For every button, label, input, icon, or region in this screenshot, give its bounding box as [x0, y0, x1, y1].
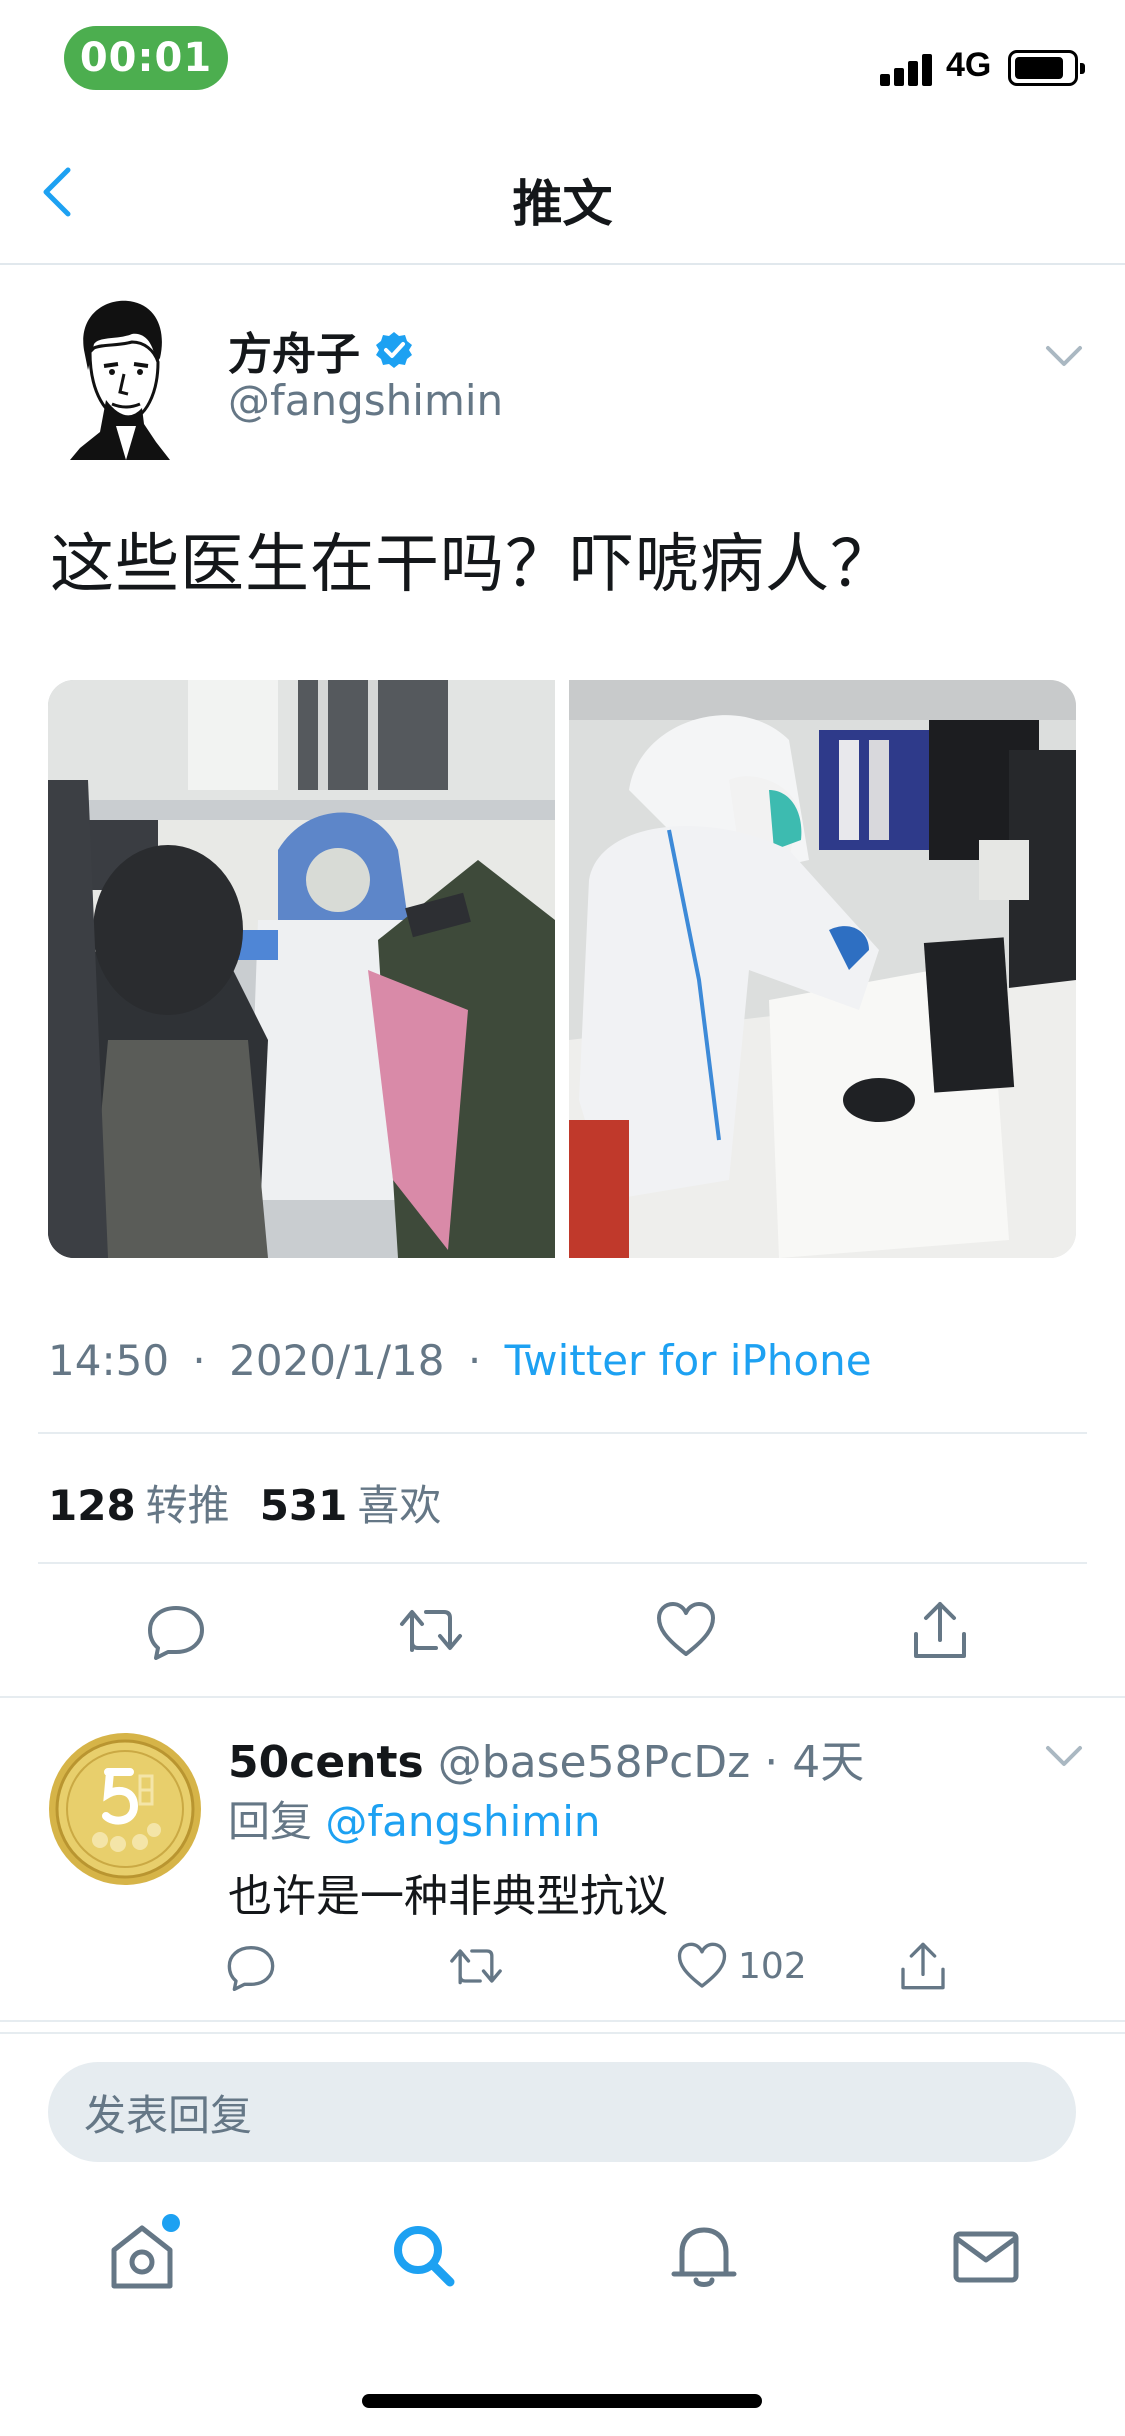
reply-header: 50cents @base58PcDz · 4天: [228, 1726, 864, 1790]
divider: [0, 1696, 1125, 1698]
search-icon: [394, 2226, 455, 2287]
like-label: 喜欢: [357, 1481, 442, 1530]
meta-separator: ·: [467, 1336, 482, 1385]
reply-text: 也许是一种非典型抗议: [228, 1871, 668, 1922]
retweet-icon: [450, 1949, 502, 1985]
tweet-photo-2[interactable]: [569, 680, 1076, 1258]
reply-like-button[interactable]: 102: [676, 1926, 807, 2006]
tweet-date: 2020/1/18: [229, 1336, 445, 1385]
divider: [38, 1432, 1087, 1434]
tab-notifications[interactable]: [664, 2216, 744, 2296]
reply-actions: 102: [0, 1926, 1125, 2006]
reply-input[interactable]: 发表回复: [48, 2062, 1076, 2162]
retweet-button[interactable]: [398, 1590, 464, 1670]
meta-separator: ·: [192, 1336, 206, 1385]
divider: [38, 1562, 1087, 1564]
page-title: 推文: [512, 175, 613, 233]
reply-share-button[interactable]: [898, 1926, 948, 2006]
like-button[interactable]: [655, 1590, 717, 1670]
nav-bar: 推文: [0, 120, 1125, 265]
tweet-meta: 14:50 · 2020/1/18 · Twitter for iPhone: [48, 1336, 872, 1385]
author-row: 方舟子: [228, 318, 414, 382]
retweets-stat[interactable]: 128 转推: [48, 1472, 230, 1533]
reply-retweet-button[interactable]: [448, 1926, 504, 2006]
tweet-menu-button[interactable]: [1040, 336, 1088, 376]
bell-icon: [671, 2227, 737, 2287]
reply-avatar[interactable]: [48, 1732, 202, 1886]
reply-prefix: 回复: [228, 1797, 313, 1846]
mail-icon: [953, 2231, 1019, 2283]
likes-stat[interactable]: 531 喜欢: [260, 1472, 442, 1533]
reply-icon: [227, 1946, 275, 1991]
status-time: 00:01: [64, 26, 228, 90]
tab-messages[interactable]: [946, 2216, 1026, 2296]
share-button[interactable]: [910, 1590, 970, 1670]
signal-icon: [880, 52, 934, 86]
reply-author-handle[interactable]: @base58PcDz: [438, 1737, 751, 1788]
avatar[interactable]: [60, 292, 180, 460]
tab-home[interactable]: [102, 2214, 182, 2296]
verified-badge-icon: [376, 332, 412, 368]
tweet-stats: 128 转推 531 喜欢: [48, 1472, 441, 1533]
tweet-media: [48, 680, 1076, 1258]
tweet-photo-1[interactable]: [48, 680, 555, 1258]
tab-search[interactable]: [384, 2216, 464, 2296]
reply-reply-button[interactable]: [226, 1926, 276, 2006]
compose-bar: 发表回复: [0, 2032, 1125, 2180]
author-name[interactable]: 方舟子: [228, 318, 360, 382]
notification-dot: [162, 2214, 180, 2232]
retweet-count: 128: [48, 1481, 136, 1530]
reply-author-name[interactable]: 50cents: [228, 1737, 424, 1788]
home-indicator: [362, 2394, 762, 2408]
tab-bar: [0, 2180, 1125, 2340]
retweet-icon: [400, 1610, 462, 1652]
status-bar: 00:01 4G: [0, 0, 1125, 120]
reply-button[interactable]: [146, 1590, 206, 1670]
chevron-down-icon: [1046, 346, 1082, 366]
share-icon: [914, 1602, 966, 1658]
reply-like-count: 102: [738, 1945, 807, 1987]
reply-input-placeholder: 发表回复: [84, 2090, 253, 2140]
heart-icon: [677, 1942, 727, 1988]
divider: [0, 2020, 1125, 2022]
reply-age: · 4天: [764, 1737, 865, 1788]
network-type: 4G: [946, 46, 992, 84]
reply-menu-button[interactable]: [1040, 1736, 1088, 1776]
retweet-label: 转推: [145, 1481, 230, 1530]
author-handle[interactable]: @fangshimin: [228, 376, 503, 425]
heart-icon: [657, 1602, 715, 1656]
tweet-actions: [0, 1590, 1125, 1670]
chevron-down-icon: [1046, 1746, 1082, 1766]
battery-icon: [1008, 50, 1085, 86]
share-icon: [901, 1942, 945, 1990]
like-count: 531: [259, 1481, 348, 1530]
reply-context: 回复 @fangshimin: [228, 1788, 601, 1849]
reply-to-link[interactable]: @fangshimin: [325, 1797, 600, 1846]
tweet-text: 这些医生在干吗？吓唬病人？: [50, 528, 895, 602]
tweet-time: 14:50: [48, 1336, 170, 1385]
tweet-source-link[interactable]: Twitter for iPhone: [505, 1336, 872, 1385]
reply-icon: [148, 1606, 204, 1660]
